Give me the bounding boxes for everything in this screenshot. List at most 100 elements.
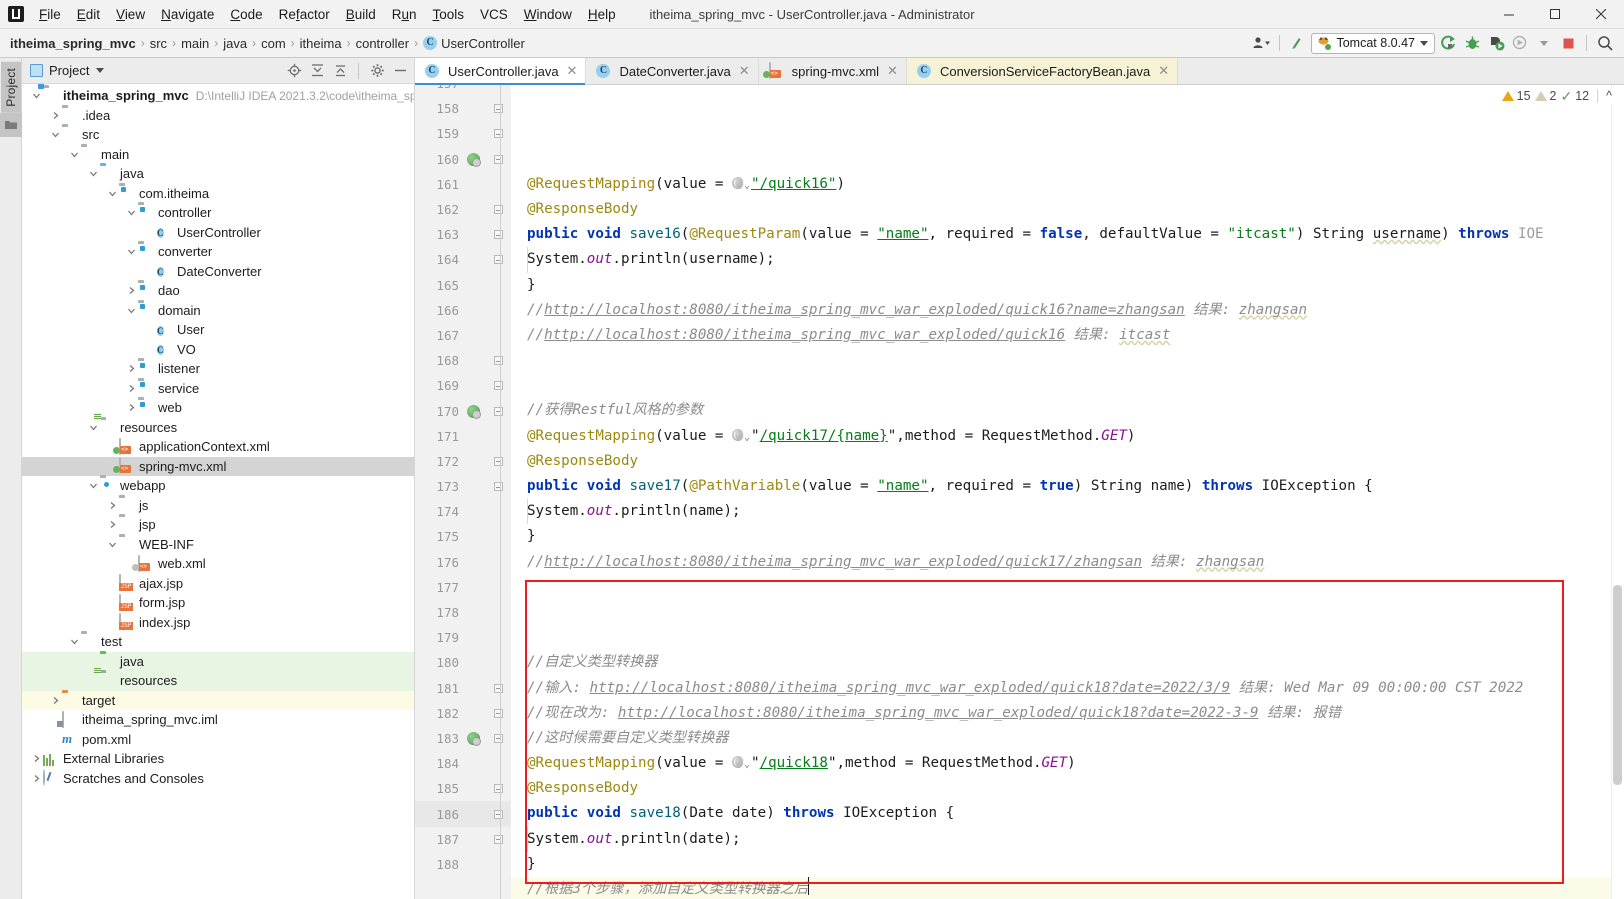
fold-marker[interactable] (491, 449, 505, 474)
close-icon[interactable]: ✕ (567, 63, 578, 79)
close-icon[interactable]: ✕ (1158, 63, 1169, 79)
menu-navigate[interactable]: Navigate (153, 4, 222, 25)
code-line-171[interactable]: System.out.println(name); (511, 499, 1624, 525)
gutter-line-163[interactable]: 163 (415, 222, 511, 247)
tree-node-listener[interactable]: listener (22, 359, 414, 379)
code-comment-link[interactable]: http://localhost:8080/itheima_spring_mvc… (544, 327, 1065, 343)
gutter-line-174[interactable]: 174 (415, 499, 511, 524)
stop-icon[interactable] (1557, 32, 1579, 54)
gutter-line-160[interactable]: 160 (415, 147, 511, 172)
code-line-180[interactable]: //这时候需要自定义类型转换器 (511, 726, 1624, 751)
settings-gear-icon[interactable] (367, 61, 387, 81)
weak-warning-count[interactable]: 2 (1534, 89, 1556, 103)
tree-node-resources[interactable]: resources (22, 413, 414, 438)
tree-node-pom-xml[interactable]: m pom.xml (22, 730, 414, 750)
code-line-175[interactable] (511, 600, 1624, 625)
code-line-179[interactable]: //现在改为: http://localhost:8080/itheima_sp… (511, 701, 1624, 726)
debug-icon[interactable] (1461, 32, 1483, 54)
fold-marker[interactable] (491, 776, 505, 801)
breadcrumb-item-controller[interactable]: controller (356, 36, 409, 51)
tree-node-idea[interactable]: .idea (22, 106, 414, 126)
menu-help[interactable]: Help (580, 4, 624, 25)
minimize-icon[interactable] (1486, 0, 1532, 29)
close-icon[interactable]: ✕ (739, 63, 750, 79)
editor-tab-dateconverter[interactable]: C DateConverter.java ✕ (586, 58, 759, 84)
gutter-line-164[interactable]: 164 (415, 247, 511, 272)
chevron-down-icon[interactable]: ⌄ (744, 173, 750, 198)
menu-run[interactable]: Run (384, 4, 425, 25)
gutter-line-178[interactable]: 178 (415, 600, 511, 625)
code-line-183[interactable]: public void save18(Date date) throws IOE… (511, 801, 1624, 826)
chevron-right-icon[interactable] (125, 286, 138, 295)
gutter-line-187[interactable]: 187 (415, 827, 511, 852)
gutter-line-167[interactable]: 167 (415, 323, 511, 348)
gutter-line-183[interactable]: 183 (415, 726, 511, 751)
menu-window[interactable]: Window (516, 4, 580, 25)
fold-marker[interactable] (491, 398, 505, 423)
menu-tools[interactable]: Tools (425, 4, 473, 25)
code-line-165[interactable] (511, 348, 1624, 373)
run-gutter-icon[interactable] (462, 152, 484, 167)
run-gutter-icon[interactable] (462, 404, 484, 419)
tree-node-webapp[interactable]: webapp (22, 476, 414, 496)
code-line-160[interactable]: public void save16(@RequestParam(value =… (511, 222, 1624, 247)
fold-marker[interactable] (491, 801, 505, 826)
tree-node-main[interactable]: main (22, 145, 414, 165)
tree-node-external-libraries[interactable]: External Libraries (22, 749, 414, 769)
fold-marker[interactable] (491, 676, 505, 701)
gutter-line-182[interactable]: 182 (415, 701, 511, 726)
tree-node-web-inf[interactable]: WEB-INF (22, 535, 414, 555)
project-tree[interactable]: itheima_spring_mvc D:\IntelliJ IDEA 2021.… (22, 84, 414, 899)
gutter-line-168[interactable]: 168 (415, 348, 511, 373)
code-line-178[interactable]: //输入: http://localhost:8080/itheima_spri… (511, 676, 1624, 701)
tree-node-itheima-spring-mvc-iml[interactable]: itheima_spring_mvc.iml (22, 710, 414, 730)
tree-node-index-jsp[interactable]: index.jsp (22, 613, 414, 633)
run-configuration-selector[interactable]: Tomcat 8.0.47 (1311, 32, 1435, 54)
breadcrumb-item-com[interactable]: com (261, 36, 286, 51)
gutter-line-179[interactable]: 179 (415, 625, 511, 650)
tree-node-com-itheima[interactable]: com.itheima (22, 184, 414, 204)
menu-code[interactable]: Code (222, 4, 270, 25)
tree-node-applicationcontext-xml[interactable]: <> applicationContext.xml (22, 437, 414, 457)
chevron-right-icon[interactable] (125, 384, 138, 393)
chevron-down-icon[interactable] (106, 540, 119, 549)
code-line-168[interactable]: @RequestMapping(value = ⌄"/quick17/{name… (511, 424, 1624, 449)
fold-marker[interactable] (491, 121, 505, 146)
tree-node-scratches-and-consoles[interactable]: Scratches and Consoles (22, 769, 414, 789)
tree-node-controller[interactable]: controller (22, 203, 414, 223)
close-icon[interactable] (1578, 0, 1624, 29)
profile-dropdown-icon[interactable] (1533, 32, 1555, 54)
menu-view[interactable]: View (108, 4, 153, 25)
chevron-right-icon[interactable] (125, 403, 138, 412)
tree-node-js[interactable]: js (22, 496, 414, 516)
breadcrumb-item-java[interactable]: java (223, 36, 247, 51)
code-line-177[interactable]: //自定义类型转换器 (511, 650, 1624, 675)
code-editor[interactable]: 157 158 159 160 161 162 163 164 165 166 167 168 169 1… (415, 85, 1624, 899)
code-line-174[interactable] (511, 575, 1624, 600)
tree-node-resources[interactable]: resources (22, 666, 414, 691)
code-line-159[interactable]: @ResponseBody (511, 197, 1624, 222)
code-comment-link[interactable]: http://localhost:8080/itheima_spring_mvc… (544, 302, 1185, 318)
code-line-185[interactable]: } (511, 852, 1624, 877)
code-line-186[interactable]: //根据3个步骤，添加自定义类型转换器之后 (511, 877, 1624, 899)
fold-marker[interactable] (491, 348, 505, 373)
code-line-181[interactable]: @RequestMapping(value = ⌄"/quick18",meth… (511, 751, 1624, 776)
breadcrumb-item-project[interactable]: itheima_spring_mvc (10, 36, 136, 51)
tree-node-vo[interactable]: C VO (22, 340, 414, 360)
fold-marker[interactable] (491, 222, 505, 247)
tree-node-src[interactable]: src (22, 125, 414, 145)
editor-tab-conversionservicefactorybean[interactable]: C ConversionServiceFactoryBean.java ✕ (906, 58, 1179, 84)
chevron-down-icon[interactable] (87, 423, 100, 432)
tree-node-java[interactable]: java (22, 651, 414, 671)
globe-icon[interactable] (732, 428, 745, 441)
chevron-down-icon[interactable] (106, 189, 119, 198)
gutter-line-188[interactable]: 188 (415, 852, 511, 877)
gutter-line-158[interactable]: 158 (415, 96, 511, 121)
fold-marker[interactable] (491, 726, 505, 751)
code-string-link[interactable]: "name" (877, 478, 928, 494)
checks-count[interactable]: ✓ 12 (1560, 89, 1589, 103)
locate-icon[interactable] (284, 61, 304, 81)
code-line-176[interactable] (511, 625, 1624, 650)
gutter-line-177[interactable]: 177 (415, 575, 511, 600)
code-line-182[interactable]: @ResponseBody (511, 776, 1624, 801)
